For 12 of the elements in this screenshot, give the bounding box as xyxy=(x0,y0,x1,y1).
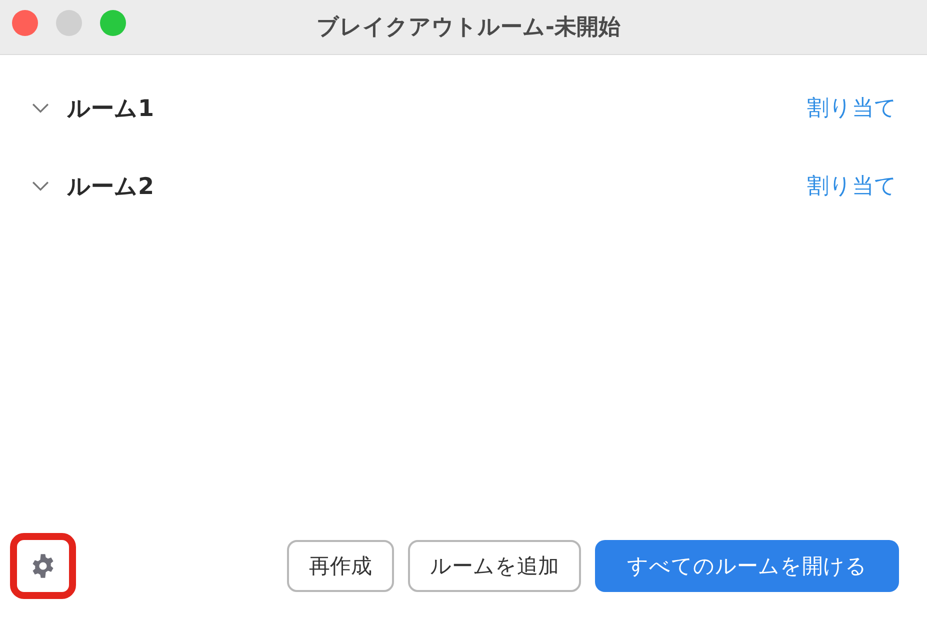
action-button[interactable]: ルームを追加 xyxy=(408,540,581,592)
open-all-rooms-button[interactable]: すべてのルームを開ける xyxy=(595,540,899,592)
action-button[interactable]: 再作成 xyxy=(287,540,394,592)
assign-link[interactable]: 割り当て xyxy=(807,171,897,201)
room-name: ルーム2 xyxy=(67,172,156,202)
room-name: ルーム1 xyxy=(67,94,156,124)
chevron-down-icon[interactable] xyxy=(32,180,49,192)
settings-icon[interactable] xyxy=(30,553,56,579)
chevron-down-icon[interactable] xyxy=(32,102,49,114)
window-title: ブレイクアウトルーム-未開始 xyxy=(316,14,621,42)
close-button[interactable] xyxy=(12,10,38,36)
assign-link[interactable]: 割り当て xyxy=(807,93,897,123)
